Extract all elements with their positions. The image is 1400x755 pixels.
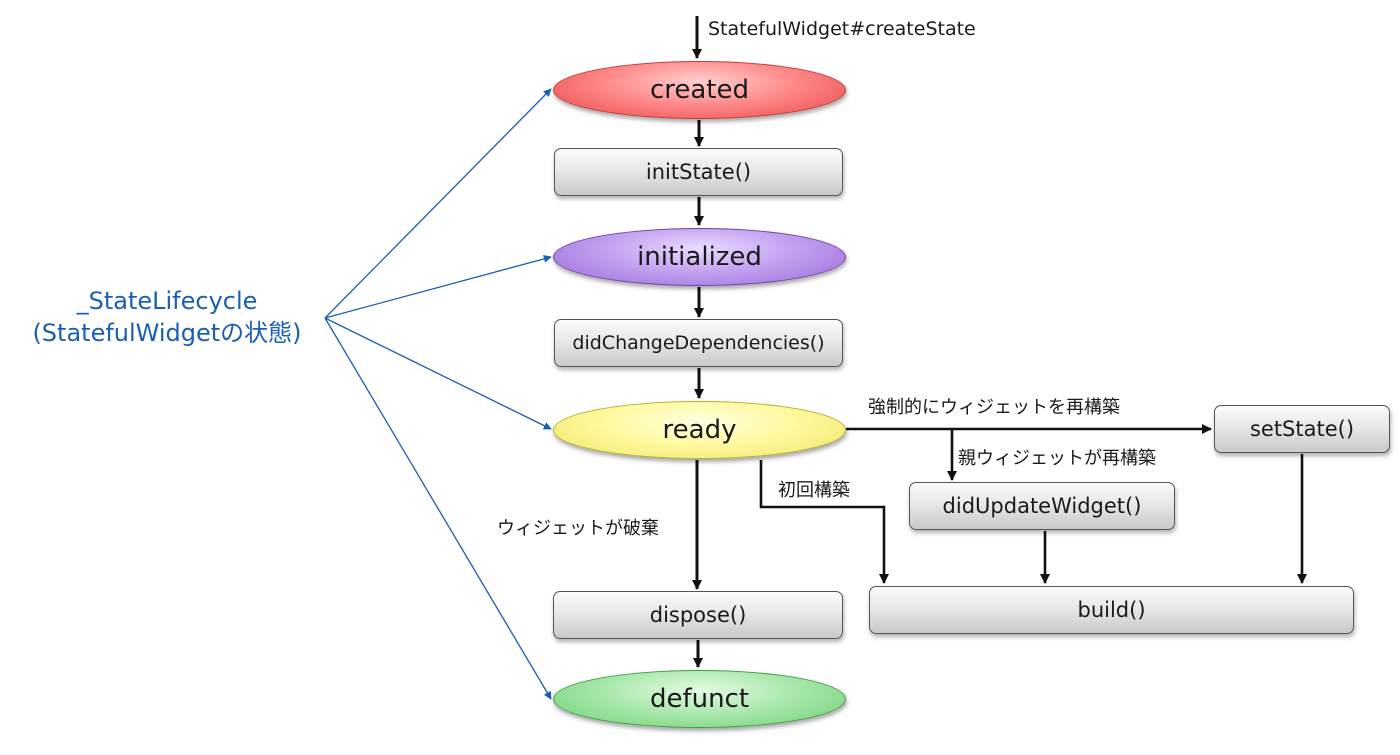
state-ready: ready (553, 401, 846, 459)
lifecycle-diagram: _StateLifecycle (StatefulWidgetの状態) crea… (0, 0, 1400, 755)
lifecycle-pointers (324, 88, 552, 700)
state-created: created (553, 61, 846, 119)
method-dispose: dispose() (553, 591, 843, 639)
method-did-update-widget: didUpdateWidget() (909, 482, 1175, 530)
label-first-build: 初回構築 (778, 480, 850, 501)
lifecycle-label-line2: (StatefulWidgetの状態) (32, 319, 302, 347)
lifecycle-label-line1: _StateLifecycle (76, 287, 258, 315)
pointer-initialized (324, 255, 552, 319)
label-create-state: StatefulWidget#createState (708, 18, 976, 40)
label-widget-disposed: ウィジェットが破棄 (497, 518, 659, 539)
lifecycle-label: _StateLifecycle (StatefulWidgetの状態) (12, 285, 322, 349)
pointer-created (324, 88, 552, 319)
pointer-ready (324, 317, 552, 430)
state-initialized: initialized (553, 228, 846, 286)
label-parent-rebuild: 親ウィジェットが再構築 (958, 448, 1156, 469)
label-force-rebuild: 強制的にウィジェットを再構築 (868, 397, 1120, 418)
state-defunct: defunct (553, 670, 846, 728)
method-did-change-dependencies: didChangeDependencies() (554, 319, 843, 367)
pointer-defunct (324, 317, 552, 700)
method-build: build() (869, 586, 1354, 634)
method-set-state: setState() (1214, 405, 1390, 453)
method-init-state: initState() (554, 148, 843, 196)
